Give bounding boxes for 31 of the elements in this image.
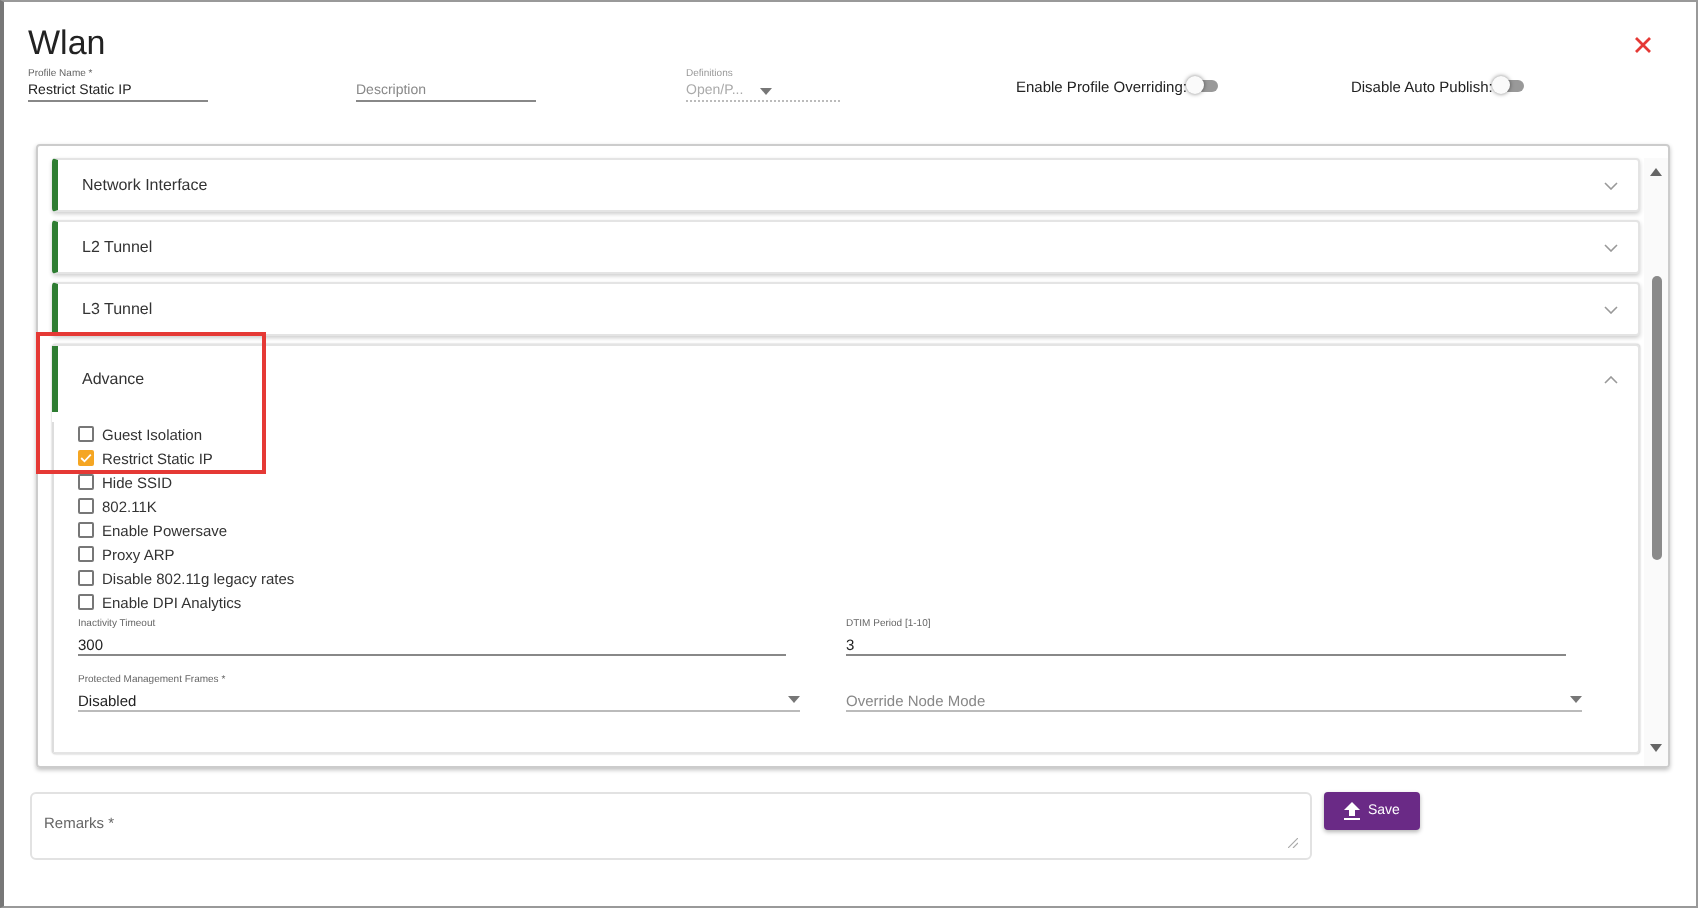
checkbox[interactable] [78, 522, 94, 538]
chevron-down-icon [1604, 243, 1618, 251]
toggle-switch[interactable] [1190, 80, 1219, 92]
close-icon [1634, 35, 1652, 53]
resize-grip-icon [1288, 838, 1298, 848]
close-button[interactable] [1630, 31, 1656, 57]
caret-icon [1570, 696, 1582, 704]
section-header[interactable]: Network Interface [58, 160, 1638, 210]
section-header[interactable]: L3 Tunnel [58, 284, 1638, 334]
checkbox[interactable] [78, 450, 94, 466]
checkbox[interactable] [78, 594, 94, 610]
chevron-down-icon [1604, 181, 1618, 189]
toggle-switch[interactable] [1496, 80, 1525, 92]
scroll-up-icon [1650, 168, 1662, 176]
checkbox[interactable] [78, 426, 94, 442]
checkbox[interactable] [78, 570, 94, 586]
checkbox[interactable] [78, 498, 94, 514]
checkbox[interactable] [78, 546, 94, 562]
upload-icon [1344, 802, 1360, 820]
caret-icon [759, 87, 772, 95]
scroll-down-icon [1650, 744, 1662, 752]
scrollbar-thumb[interactable] [1651, 276, 1661, 560]
chevron-up-icon [1604, 375, 1618, 383]
dialog-title: Wlan [28, 24, 106, 64]
scrollbar[interactable] [1644, 158, 1668, 766]
chevron-down-icon [1604, 305, 1618, 313]
checkmark-icon [80, 452, 92, 464]
section-header[interactable]: L2 Tunnel [58, 222, 1638, 272]
checkbox[interactable] [78, 474, 94, 490]
caret-icon [788, 696, 800, 704]
section-header[interactable]: Advance [52, 346, 1638, 412]
